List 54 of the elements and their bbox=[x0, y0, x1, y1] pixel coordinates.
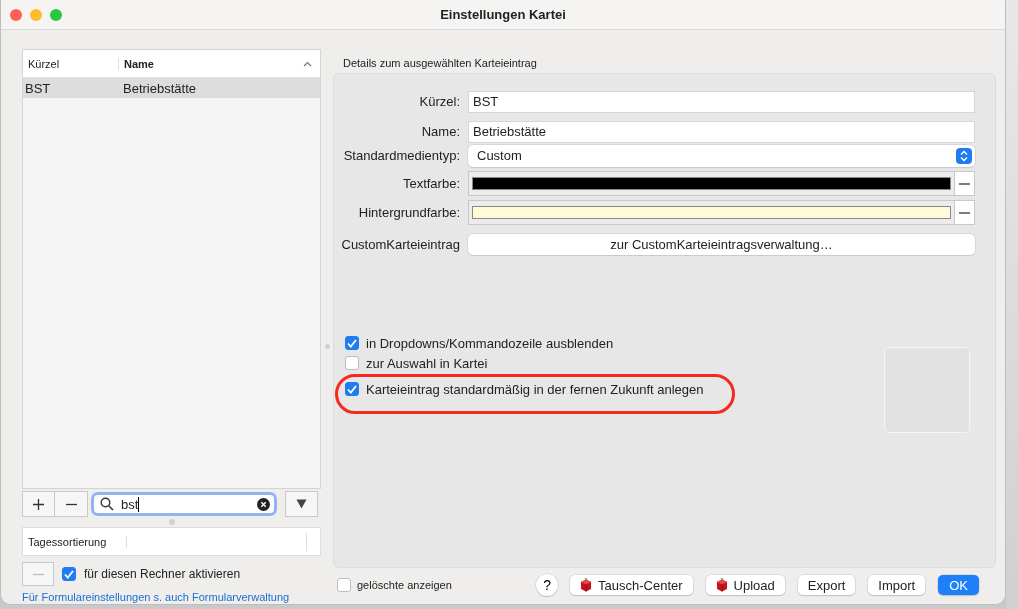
sort-caret-icon bbox=[303, 61, 312, 67]
dropdown-button[interactable] bbox=[285, 491, 318, 517]
manage-button[interactable]: zur CustomKarteieintragsverwaltung… bbox=[468, 234, 975, 255]
checkbox[interactable] bbox=[337, 578, 351, 592]
input-field[interactable]: BST bbox=[468, 90, 975, 113]
group-title: Details zum ausgewählten Karteieintrag bbox=[343, 57, 537, 69]
checkbox-label: für diesen Rechner aktivieren bbox=[84, 567, 241, 581]
clear-icon[interactable] bbox=[257, 497, 270, 511]
cube-icon bbox=[715, 578, 728, 592]
table-cell-text: Betriebstätte bbox=[123, 80, 197, 96]
push-button[interactable]: Upload bbox=[705, 575, 785, 595]
search-field[interactable]: bst bbox=[91, 492, 277, 516]
stepper-icon bbox=[956, 147, 972, 164]
push-button[interactable]: Export bbox=[797, 575, 856, 595]
checkbox-label: Karteieintrag standardmäßig in der fernen Zukunft anlegen bbox=[366, 381, 704, 397]
field-label: Name: bbox=[420, 124, 461, 139]
minus-icon bbox=[959, 182, 970, 185]
checkbox-label: in Dropdowns/Kommandozeile ausblenden bbox=[366, 335, 614, 351]
checkbox-label: gelöschte anzeigen bbox=[357, 579, 452, 591]
column-header[interactable]: Kürzel bbox=[23, 57, 119, 70]
column-header[interactable]: Name bbox=[119, 57, 159, 70]
plus-icon bbox=[32, 497, 45, 511]
close-button[interactable] bbox=[10, 8, 22, 21]
field-label: CustomKarteieintrag bbox=[340, 237, 461, 252]
color-well[interactable] bbox=[468, 200, 955, 225]
checkbox[interactable] bbox=[62, 567, 76, 581]
push-button[interactable]: Import bbox=[868, 575, 926, 595]
field-label: Kürzel: bbox=[418, 94, 461, 109]
field-label: Hintergrundfarbe: bbox=[357, 205, 461, 220]
checkbox[interactable] bbox=[345, 336, 359, 350]
table-row[interactable]: BST Betriebstätte bbox=[23, 78, 320, 98]
ok-button[interactable]: OK bbox=[938, 575, 979, 595]
search-icon bbox=[100, 497, 114, 511]
push-button[interactable]: Tausch-Center bbox=[570, 575, 693, 595]
field-label: Standardmedientyp: bbox=[342, 148, 461, 163]
add-button[interactable] bbox=[22, 491, 55, 517]
minus-icon bbox=[959, 211, 970, 214]
link[interactable]: Für Formulareinstellungen s. auch Formularverwaltung bbox=[22, 591, 290, 603]
triangle-down-icon bbox=[296, 499, 307, 509]
color-well[interactable] bbox=[468, 171, 955, 196]
remove-color-button[interactable] bbox=[955, 171, 975, 196]
column-header[interactable]: Tagessortierung bbox=[23, 535, 127, 548]
field-label: Textfarbe: bbox=[401, 176, 461, 191]
cube-icon bbox=[580, 578, 593, 592]
checkbox[interactable] bbox=[345, 356, 359, 370]
window-title: Einstellungen Kartei bbox=[440, 7, 566, 22]
checkbox-label: zur Auswahl in Kartei bbox=[366, 355, 488, 371]
dropdown[interactable]: Custom bbox=[468, 144, 975, 167]
checkbox[interactable] bbox=[345, 382, 359, 396]
help-button[interactable]: ? bbox=[536, 574, 559, 596]
zoom-button[interactable] bbox=[50, 8, 62, 21]
remove-color-button[interactable] bbox=[955, 200, 975, 225]
input-field[interactable]: Betriebstätte bbox=[468, 120, 975, 143]
table-cell-text: BST bbox=[24, 80, 52, 96]
